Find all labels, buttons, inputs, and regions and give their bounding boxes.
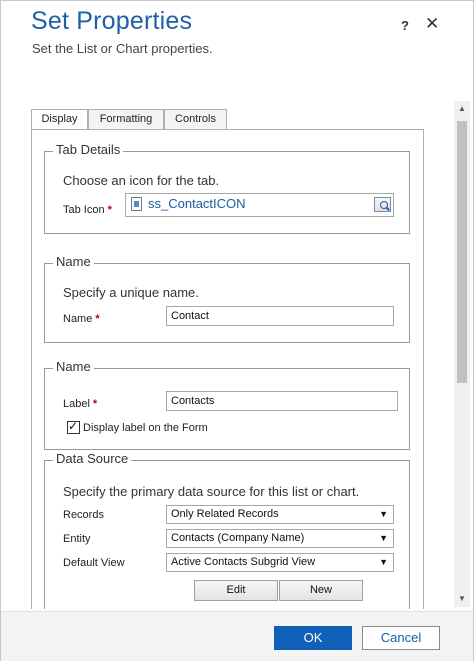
tab-icon-lookup[interactable]: ss_ContactICON	[125, 193, 394, 217]
data-source-section: Data Source Specify the primary data sou…	[44, 451, 410, 609]
dialog-content: Display Formatting Controls Tab Details …	[1, 81, 473, 609]
ok-button[interactable]: OK	[274, 626, 352, 650]
display-label-text: Display label on the Form	[83, 422, 208, 434]
cancel-button[interactable]: Cancel	[362, 626, 440, 650]
default-view-value: Active Contacts Subgrid View	[171, 556, 316, 568]
scroll-up-icon[interactable]: ▲	[454, 101, 470, 117]
name-description: Specify a unique name.	[63, 285, 199, 300]
chevron-down-icon: ▼	[379, 557, 388, 567]
close-icon[interactable]: ✕	[425, 15, 439, 32]
help-icon[interactable]: ?	[401, 18, 409, 33]
data-source-description: Specify the primary data source for this…	[63, 484, 360, 499]
data-source-legend: Data Source	[53, 451, 132, 466]
tab-details-section: Tab Details Choose an icon for the tab. …	[44, 142, 410, 234]
tab-controls[interactable]: Controls	[164, 109, 227, 130]
records-label: Records	[63, 509, 104, 521]
dialog-title: Set Properties	[31, 7, 193, 35]
label-label: Label *	[63, 398, 98, 410]
entity-label: Entity	[63, 533, 91, 545]
label-section: Name Label * Contacts ✓ Display label on …	[44, 359, 410, 450]
label-input[interactable]: Contacts	[166, 391, 398, 411]
label-legend: Name	[53, 359, 94, 374]
name-label: Name *	[63, 313, 100, 325]
default-view-select[interactable]: Active Contacts Subgrid View ▼	[166, 553, 394, 572]
display-tab-panel: Tab Details Choose an icon for the tab. …	[31, 129, 424, 609]
lookup-search-icon[interactable]	[374, 197, 391, 212]
checkmark-icon: ✓	[68, 419, 79, 433]
scrollbar-thumb[interactable]	[457, 121, 467, 383]
new-view-button[interactable]: New	[279, 580, 363, 601]
name-input[interactable]: Contact	[166, 306, 394, 326]
tab-icon-value[interactable]: ss_ContactICON	[148, 196, 246, 211]
tab-details-legend: Tab Details	[53, 142, 124, 157]
edit-view-button[interactable]: Edit	[194, 580, 278, 601]
chevron-down-icon: ▼	[379, 509, 388, 519]
set-properties-dialog: Set Properties Set the List or Chart pro…	[0, 0, 474, 661]
records-value: Only Related Records	[171, 508, 279, 520]
tab-display[interactable]: Display	[31, 109, 88, 131]
web-resource-icon	[131, 197, 142, 211]
tab-icon-label: Tab Icon *	[63, 204, 112, 216]
required-marker: *	[92, 398, 98, 410]
required-marker: *	[95, 313, 100, 325]
tab-details-description: Choose an icon for the tab.	[63, 173, 220, 188]
scroll-down-icon[interactable]: ▼	[454, 591, 470, 607]
entity-select[interactable]: Contacts (Company Name) ▼	[166, 529, 394, 548]
display-label-checkbox[interactable]: ✓	[67, 419, 80, 434]
entity-value: Contacts (Company Name)	[171, 532, 305, 544]
dialog-subtitle: Set the List or Chart properties.	[32, 41, 213, 56]
tab-formatting[interactable]: Formatting	[88, 109, 164, 130]
records-select[interactable]: Only Related Records ▼	[166, 505, 394, 524]
name-section: Name Specify a unique name. Name * Contac…	[44, 254, 410, 343]
name-legend: Name	[53, 254, 94, 269]
dialog-footer: OK Cancel	[1, 611, 473, 661]
required-marker: *	[107, 204, 112, 216]
vertical-scrollbar[interactable]: ▲ ▼	[454, 101, 470, 607]
chevron-down-icon: ▼	[379, 533, 388, 543]
default-view-label: Default View	[63, 557, 125, 569]
